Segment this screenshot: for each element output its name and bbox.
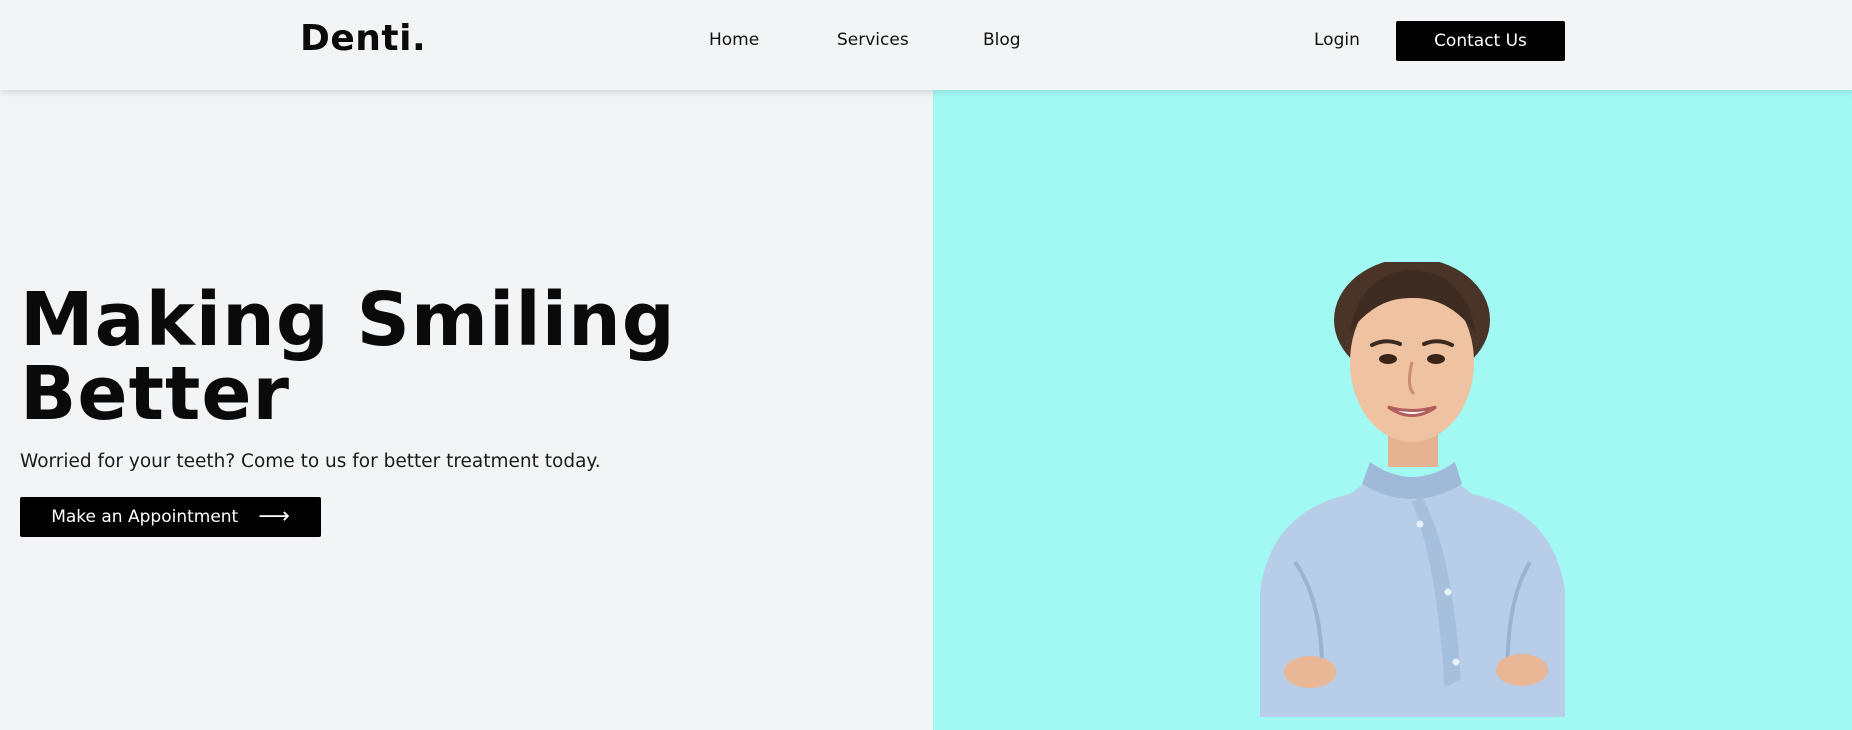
hero-subtitle: Worried for your teeth? Come to us for b… xyxy=(20,451,601,472)
arrow-right-icon: ⟶ xyxy=(258,504,290,529)
login-link[interactable]: Login xyxy=(1314,30,1360,50)
nav-blog[interactable]: Blog xyxy=(983,30,1021,50)
dentist-portrait xyxy=(1260,262,1565,717)
contact-us-label: Contact Us xyxy=(1434,31,1527,51)
nav-home[interactable]: Home xyxy=(709,30,759,50)
contact-us-button[interactable]: Contact Us xyxy=(1396,21,1565,61)
make-appointment-label: Make an Appointment xyxy=(51,507,239,527)
landing-page: Denti. Home Services Blog Login Contact … xyxy=(0,0,1852,730)
hero-title-line-2: Better xyxy=(20,351,291,437)
logo[interactable]: Denti. xyxy=(300,18,426,59)
make-appointment-button[interactable]: Make an Appointment ⟶ xyxy=(20,497,321,537)
nav-services[interactable]: Services xyxy=(837,30,909,50)
site-header: Denti. Home Services Blog Login Contact … xyxy=(0,0,1852,90)
hero-title: Making Smiling Better xyxy=(20,283,780,431)
